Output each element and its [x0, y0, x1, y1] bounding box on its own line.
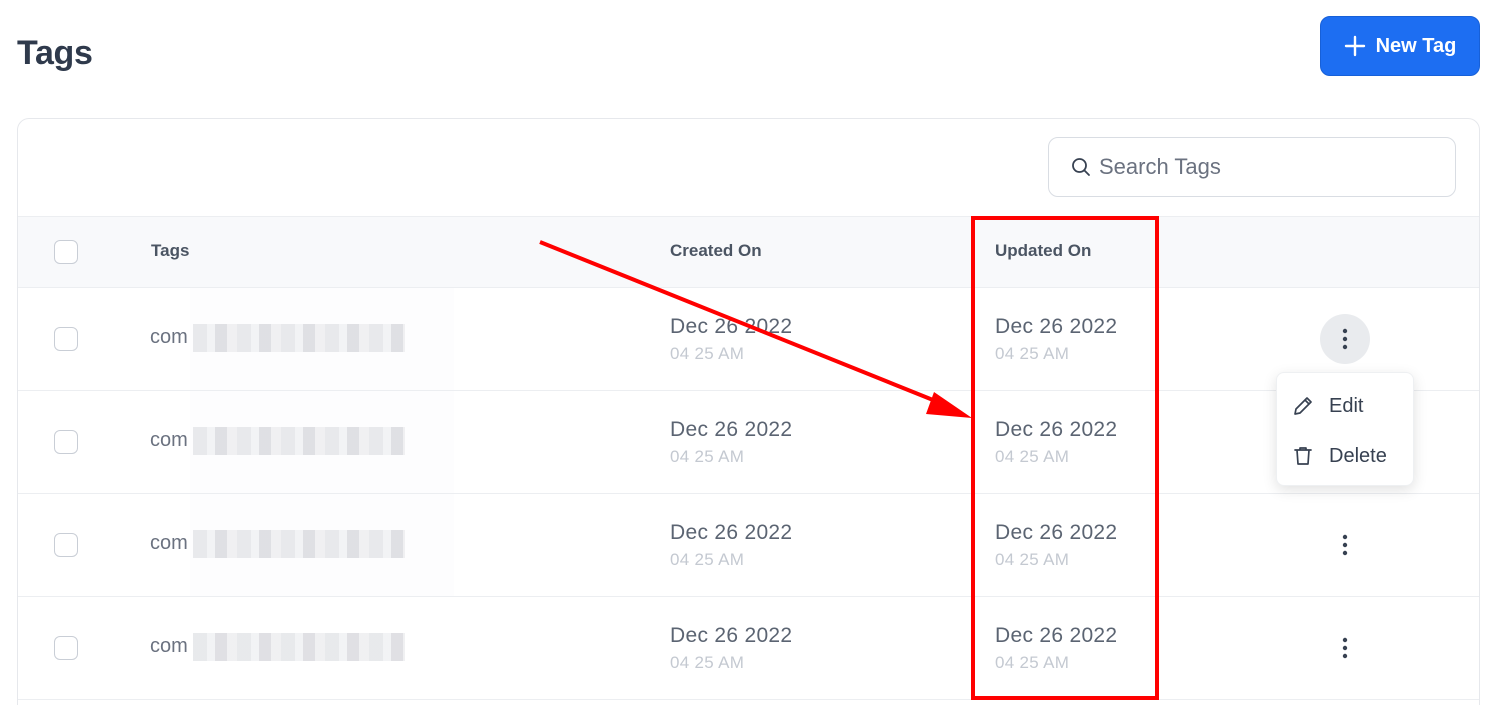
table-row: com Dec 26 2022 04 25 AM Dec 26 2022 04 …: [18, 494, 1479, 597]
updated-time: 04 25 AM: [995, 653, 1070, 672]
row-checkbox[interactable]: [54, 430, 78, 454]
updated-date: Dec 26 2022: [995, 315, 1118, 338]
row-actions-button[interactable]: [1320, 314, 1370, 364]
search-icon: [1072, 158, 1090, 176]
header-updated-on[interactable]: Updated On: [995, 241, 1091, 261]
new-tag-label: New Tag: [1375, 34, 1457, 57]
row-checkbox[interactable]: [54, 327, 78, 351]
plus-icon: [1344, 35, 1365, 57]
tag-name[interactable]: com: [150, 429, 188, 452]
tag-name[interactable]: com: [150, 635, 188, 658]
search-input[interactable]: [1099, 154, 1439, 180]
tags-table-card: Tags Created On Updated On com Dec 26 20…: [17, 118, 1480, 705]
menu-item-edit-label: Edit: [1329, 394, 1364, 417]
created-time: 04 25 AM: [670, 344, 745, 363]
row-actions-button[interactable]: [1320, 623, 1370, 673]
new-tag-button[interactable]: New Tag: [1320, 16, 1480, 76]
created-date: Dec 26 2022: [670, 315, 793, 338]
updated-date: Dec 26 2022: [995, 521, 1118, 544]
select-all-checkbox[interactable]: [54, 240, 78, 264]
redacted-text: [193, 324, 405, 352]
created-date: Dec 26 2022: [670, 624, 793, 647]
created-date: Dec 26 2022: [670, 418, 793, 441]
kebab-icon: [1342, 534, 1348, 556]
created-time: 04 25 AM: [670, 653, 745, 672]
updated-date: Dec 26 2022: [995, 418, 1118, 441]
created-time: 04 25 AM: [670, 550, 745, 569]
tag-name[interactable]: com: [150, 532, 188, 555]
header-created-on[interactable]: Created On: [670, 241, 762, 261]
row-actions-button[interactable]: [1320, 520, 1370, 570]
row-checkbox[interactable]: [54, 636, 78, 660]
search-box[interactable]: [1048, 137, 1456, 197]
kebab-icon: [1342, 637, 1348, 659]
menu-item-edit[interactable]: Edit: [1291, 388, 1363, 424]
table-header: Tags Created On Updated On: [18, 216, 1479, 288]
table-row: com Dec 26 2022 04 25 AM Dec 26 2022 04 …: [18, 597, 1479, 700]
menu-item-delete[interactable]: Delete: [1291, 438, 1387, 474]
updated-time: 04 25 AM: [995, 447, 1070, 466]
tag-name[interactable]: com: [150, 326, 188, 349]
updated-time: 04 25 AM: [995, 344, 1070, 363]
updated-time: 04 25 AM: [995, 550, 1070, 569]
redacted-text: [193, 427, 405, 455]
trash-icon: [1294, 447, 1312, 465]
menu-item-delete-label: Delete: [1329, 444, 1387, 467]
created-date: Dec 26 2022: [670, 521, 793, 544]
row-actions-menu: Edit Delete: [1276, 372, 1414, 486]
page-title: Tags: [17, 34, 93, 72]
table-row: com Dec 26 2022 04 25 AM Dec 26 2022 04 …: [18, 391, 1479, 494]
row-checkbox[interactable]: [54, 533, 78, 557]
created-time: 04 25 AM: [670, 447, 745, 466]
header-tags[interactable]: Tags: [151, 241, 189, 261]
redacted-text: [193, 530, 405, 558]
kebab-icon: [1342, 328, 1348, 350]
pencil-icon: [1294, 397, 1312, 415]
redacted-text: [193, 633, 405, 661]
updated-date: Dec 26 2022: [995, 624, 1118, 647]
table-row: com Dec 26 2022 04 25 AM Dec 26 2022 04 …: [18, 288, 1479, 391]
